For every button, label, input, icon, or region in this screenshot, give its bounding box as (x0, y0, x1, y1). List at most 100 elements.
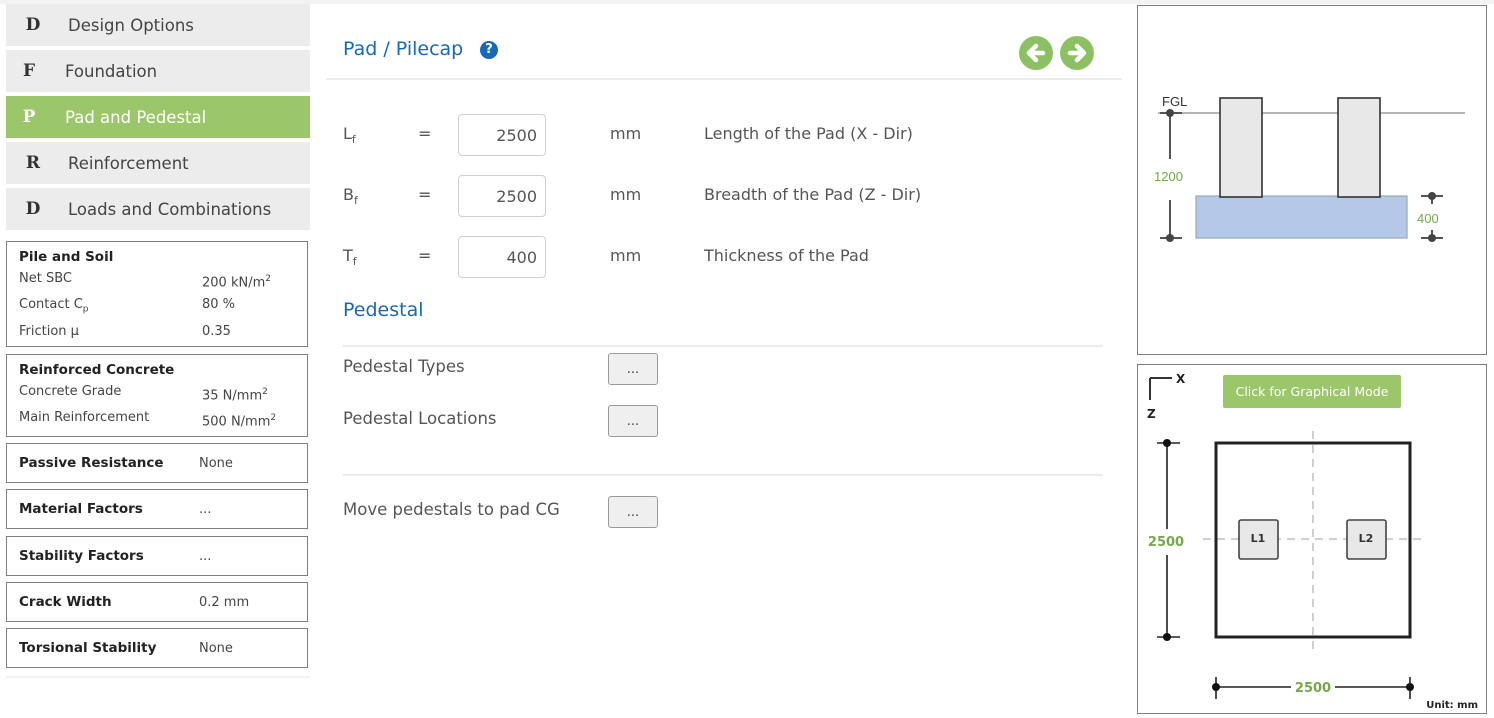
nav-label: Design Options (68, 15, 194, 35)
card-value: None (199, 640, 233, 656)
pad-breadth-symbol: Bf (343, 185, 358, 208)
friction-value: 0.35 (202, 323, 231, 339)
unit-label: mm (610, 185, 642, 204)
sidebar-nav: D Design Options F Foundation P Pad and … (6, 4, 310, 234)
nav-item-reinforcement[interactable]: R Reinforcement (6, 142, 310, 184)
fgl-label: FGL (1162, 94, 1187, 109)
pile-soil-card[interactable]: Pile and Soil Net SBC 200 kN/m2 Contact … (6, 241, 308, 347)
breadth-value: 2500 (1148, 535, 1184, 550)
unit-label: mm (610, 124, 642, 143)
dimension-node (1166, 109, 1174, 117)
dimension-node (1163, 439, 1171, 447)
card-title: Passive Resistance (19, 455, 164, 471)
next-button[interactable] (1060, 36, 1094, 70)
main-panel: Pad / Pilecap ? Lf = mm Length of the Pa… (326, 4, 1122, 704)
torsional-stability-card[interactable]: Torsional Stability None (6, 628, 308, 668)
pad-thickness-input[interactable] (458, 236, 546, 278)
nav-label: Loads and Combinations (68, 199, 272, 219)
nav-letter: F (22, 61, 36, 81)
nav-item-pad-and-pedestal[interactable]: P Pad and Pedestal (6, 96, 310, 138)
move-pedestals-button[interactable]: ... (608, 496, 658, 528)
stability-factors-card[interactable]: Stability Factors ... (6, 536, 308, 576)
nav-item-design-options[interactable]: D Design Options (6, 4, 310, 46)
contact-label: Contact Cp (19, 297, 89, 315)
contact-value: 80 % (202, 297, 236, 313)
card-value: 0.2 mm (199, 594, 250, 610)
card-title: Torsional Stability (19, 640, 157, 656)
equals-sign: = (418, 246, 432, 265)
length-value: 2500 (1295, 681, 1331, 696)
pad-breadth-input[interactable] (458, 175, 546, 217)
nav-label: Reinforcement (68, 153, 189, 173)
net-sbc-value: 200 kN/m2 (202, 274, 271, 291)
dimension-node (1166, 234, 1174, 242)
crack-width-card[interactable]: Crack Width 0.2 mm (6, 582, 308, 622)
nav-item-foundation[interactable]: F Foundation (6, 50, 310, 92)
axis-x-label: X (1176, 372, 1186, 386)
elevation-diagram: FGL 1200 400 (1137, 5, 1487, 355)
depth-value: 1200 (1154, 169, 1183, 184)
plan-diagram: X Z L1 L2 2500 2500 Unit: mm Click for G… (1137, 364, 1487, 714)
card-value: ... (199, 501, 212, 517)
pad-thickness-row: Tf = mm Thickness of the Pad (343, 236, 1103, 278)
pad-length-row: Lf = mm Length of the Pad (X - Dir) (343, 114, 1103, 156)
pad-thickness-description: Thickness of the Pad (704, 246, 869, 265)
nav-label: Pad and Pedestal (65, 107, 207, 127)
card-title: Stability Factors (19, 548, 144, 564)
pad-breadth-description: Breadth of the Pad (Z - Dir) (704, 185, 922, 204)
net-sbc-label: Net SBC (19, 271, 72, 286)
axis-indicator-icon (1149, 377, 1172, 400)
pedestal-section (1219, 97, 1263, 198)
pedestal-locations-label: Pedestal Locations (343, 409, 497, 428)
card-title: Crack Width (19, 594, 112, 610)
previous-button[interactable] (1019, 36, 1053, 70)
section-divider (343, 345, 1103, 347)
pad-length-input[interactable] (458, 114, 546, 156)
pad-breadth-row: Bf = mm Breadth of the Pad (Z - Dir) (343, 175, 1103, 217)
main-reinforcement-value: 500 N/mm2 (202, 413, 277, 430)
pad-section (1195, 195, 1408, 239)
nav-letter: D (25, 199, 41, 219)
move-pedestals-row: Move pedestals to pad CG ... (343, 496, 743, 528)
sidebar-divider (6, 676, 310, 678)
concrete-grade-row: Concrete Grade 35 N/mm2 (19, 381, 295, 407)
nav-letter: D (25, 15, 41, 35)
pedestal-section-title: Pedestal (343, 299, 424, 321)
pedestal-locations-button[interactable]: ... (608, 405, 658, 437)
dimension-node (1406, 683, 1414, 691)
pedestal-types-label: Pedestal Types (343, 357, 465, 376)
dimension-node (1428, 234, 1436, 242)
pedestal-locations-row: Pedestal Locations ... (343, 405, 743, 437)
unit-label: mm (610, 246, 642, 265)
nav-item-loads-and-combinations[interactable]: D Loads and Combinations (6, 188, 310, 230)
concrete-grade-value: 35 N/mm2 (202, 387, 268, 404)
nav-label: Foundation (65, 61, 158, 81)
nav-letter: R (25, 153, 41, 173)
card-value: ... (199, 548, 212, 564)
thickness-value: 400 (1417, 211, 1439, 226)
reinforced-concrete-card[interactable]: Reinforced Concrete Concrete Grade 35 N/… (6, 354, 308, 437)
section-divider (343, 474, 1103, 476)
equals-sign: = (418, 185, 432, 204)
friction-label: Friction μ (19, 323, 79, 339)
equals-sign: = (418, 124, 432, 143)
card-value: None (199, 455, 233, 471)
pedestal-types-button[interactable]: ... (608, 353, 658, 385)
arrow-left-icon (1026, 43, 1046, 63)
pedestal-types-row: Pedestal Types ... (343, 353, 743, 385)
axis-z-label: Z (1147, 407, 1156, 421)
header-divider (326, 78, 1122, 80)
help-icon[interactable]: ? (480, 41, 498, 59)
card-title: Reinforced Concrete (19, 362, 175, 378)
pedestal-l2-label: L2 (1359, 532, 1374, 545)
dimension-node (1428, 192, 1436, 200)
page-title: Pad / Pilecap (343, 38, 464, 60)
graphical-mode-button[interactable]: Click for Graphical Mode (1223, 375, 1401, 408)
pad-length-description: Length of the Pad (X - Dir) (704, 124, 913, 143)
concrete-grade-label: Concrete Grade (19, 384, 122, 399)
material-factors-card[interactable]: Material Factors ... (6, 489, 308, 529)
pad-thickness-symbol: Tf (343, 246, 357, 269)
dimension-node (1212, 683, 1220, 691)
arrow-right-icon (1067, 43, 1087, 63)
passive-resistance-card[interactable]: Passive Resistance None (6, 443, 308, 483)
